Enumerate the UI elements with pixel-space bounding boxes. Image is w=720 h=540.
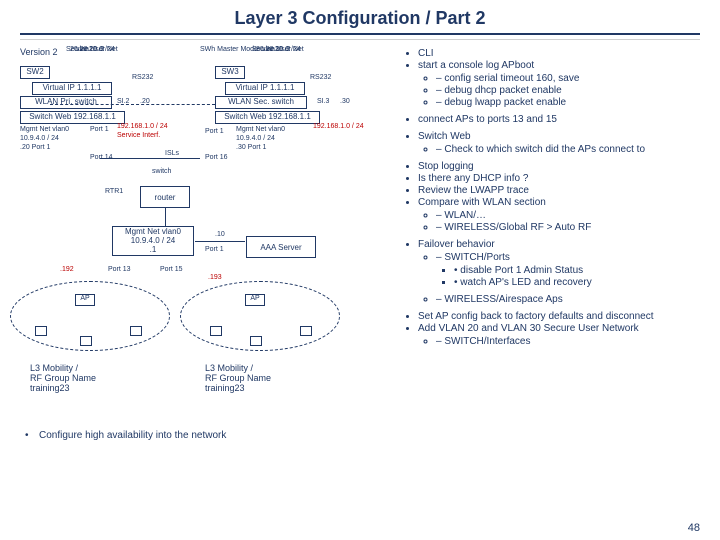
ap-icon-r3	[300, 326, 312, 336]
mgmt0-box: Mgmt Net vlan0 10.9.4.0 / 24 .1	[112, 226, 194, 256]
mgmt2-l2: 10.9.4.0 / 24	[236, 135, 275, 143]
b-setap: Set AP config back to factory defaults a…	[418, 311, 700, 322]
b-rev: Review the LWAPP trace	[418, 185, 700, 196]
mgmt2-l1: Mgmt Net vlan0	[236, 126, 285, 134]
bullet-panel: CLI start a console log APboot – config …	[390, 46, 700, 486]
sun2-l3: 30.30.30.0 /24	[256, 46, 301, 54]
ap-icon-l2	[80, 336, 92, 346]
isl-line	[100, 158, 200, 159]
b-sweb1: – Check to which switch did the APs conn…	[436, 144, 700, 155]
b-addv: Add VLAN 20 and VLAN 30 Secure User Netw…	[418, 323, 700, 347]
p15: Port 15	[160, 266, 183, 274]
sun1-l3: 20.20.20.0 /24	[70, 46, 115, 54]
b-cmp1: – WLAN/…	[436, 210, 700, 221]
router-box: router	[140, 186, 190, 208]
b-dhcp: Is there any DHCP info ?	[418, 173, 700, 184]
ap-icon-l1	[35, 326, 47, 336]
bottom-note: •Configure high availability into the ne…	[25, 430, 365, 441]
page-body: Version 2 Secure User Net vlan20 .2 20.2…	[0, 46, 720, 486]
rs232-l: RS232	[132, 74, 153, 82]
g2-l3: training23	[205, 384, 245, 394]
b-fail1: – SWITCH/Ports • disable Port 1 Admin St…	[436, 252, 700, 288]
version-label: Version 2	[20, 48, 58, 58]
isls: ISLs	[165, 150, 179, 158]
switch-lbl: switch	[152, 168, 171, 176]
dash-link	[50, 104, 215, 105]
rtr1: RTR1	[105, 188, 123, 196]
ip192: .192	[60, 266, 74, 274]
b-cli: CLI	[418, 48, 700, 59]
b-s2: – debug dhcp packet enable	[436, 85, 700, 96]
p16: Port 16	[205, 154, 228, 162]
b-fail: Failover behavior – SWITCH/Ports • disab…	[418, 239, 700, 305]
p13: Port 13	[108, 266, 131, 274]
ap-box-l: AP	[75, 294, 95, 306]
router-down	[165, 208, 166, 226]
p1b: Port 1	[205, 128, 224, 136]
vip-l: Virtual IP 1.1.1.1	[32, 82, 112, 95]
b-fail1a: • disable Port 1 Admin Status	[454, 265, 700, 276]
b-stop: Stop logging	[418, 161, 700, 172]
d10: .10	[215, 231, 225, 239]
mgmt0-l1: Mgmt Net vlan0	[125, 227, 181, 236]
page-number: 48	[688, 522, 700, 534]
ap-icon-r1	[210, 326, 222, 336]
sw2-box: SW2	[20, 66, 50, 79]
p1c: Port 1	[205, 246, 224, 254]
b-addv1: – SWITCH/Interfaces	[436, 336, 700, 347]
diagram-area: Version 2 Secure User Net vlan20 .2 20.2…	[20, 46, 390, 486]
b-fail2: – WIRELESS/Airespace Aps	[436, 294, 700, 305]
mgmt1-l1: Mgmt Net vlan0	[20, 126, 69, 134]
wlan-sec: WLAN Sec. switch	[215, 96, 307, 109]
b-fail1b: • watch AP's LED and recovery	[454, 277, 700, 288]
sweb-r: Switch Web 192.168.1.1	[215, 111, 320, 124]
mgmt0-l3: .1	[150, 245, 157, 254]
mgmt2-l3: .30 Port 1	[236, 144, 266, 152]
page-title: Layer 3 Configuration / Part 2	[0, 0, 720, 33]
b-s3: – debug lwapp packet enable	[436, 97, 700, 108]
aaa-box: AAA Server	[246, 236, 316, 258]
ap-icon-l3	[130, 326, 142, 336]
mgmt0-l2: 10.9.4.0 / 24	[131, 236, 175, 245]
b-start: start a console log APboot – config seri…	[418, 60, 700, 108]
mgmt1-l2: 10.9.4.0 / 24	[20, 135, 59, 143]
rs232-r: RS232	[310, 74, 331, 82]
title-underline	[20, 39, 700, 40]
b-s1: – config serial timeout 160, save	[436, 73, 700, 84]
ip193: .193	[208, 274, 222, 282]
svc-l: Service Interf.	[117, 132, 160, 140]
b-cmp: Compare with WLAN section – WLAN/… – WIR…	[418, 197, 700, 233]
badge-r: 192.168.1.0 / 24	[313, 123, 364, 131]
vip-r: Virtual IP 1.1.1.1	[225, 82, 305, 95]
mgmt1-l3: .20 Port 1	[20, 144, 50, 152]
ap-box-r: AP	[245, 294, 265, 306]
sw3-box: SW3	[215, 66, 245, 79]
title-rule	[20, 33, 700, 35]
b-connect: connect APs to ports 13 and 15	[418, 114, 700, 125]
b-sweb: Switch Web – Check to which switch did t…	[418, 131, 700, 155]
swh-master: SWh Master Mode	[200, 46, 258, 54]
aaa-line	[195, 241, 245, 242]
d30: .30	[340, 98, 350, 106]
g1-l3: training23	[30, 384, 70, 394]
si3: SI.3	[317, 98, 329, 106]
ap-icon-r2	[250, 336, 262, 346]
wlan-pri: WLAN Pri. switch	[20, 96, 112, 109]
b-cmp2: – WIRELESS/Global RF > Auto RF	[436, 222, 700, 233]
badge-l: 192.168.1.0 / 24	[117, 123, 168, 131]
sweb-l: Switch Web 192.168.1.1	[20, 111, 125, 124]
p1a: Port 1	[90, 126, 109, 134]
